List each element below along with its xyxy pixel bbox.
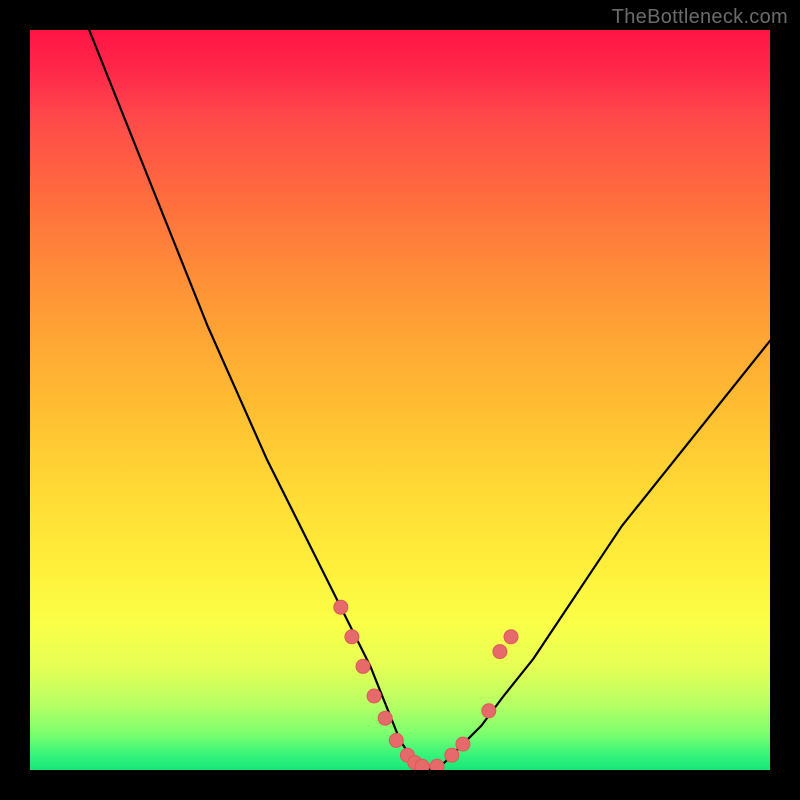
chart-gradient-background xyxy=(30,30,770,770)
chart-frame xyxy=(30,30,770,770)
watermark-text: TheBottleneck.com xyxy=(612,6,788,29)
